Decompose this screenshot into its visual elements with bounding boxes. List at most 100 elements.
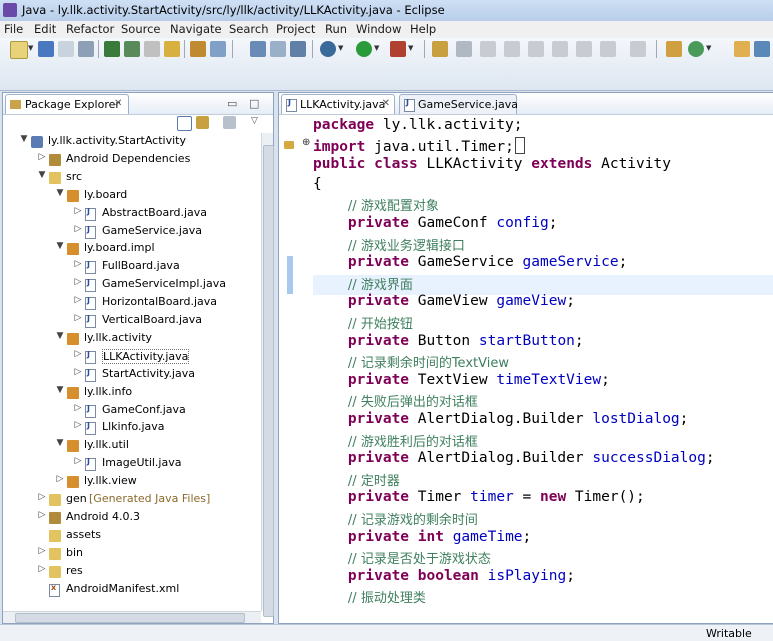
menu-file[interactable]: File — [4, 22, 23, 36]
minimize-icon[interactable]: ▭ — [227, 97, 237, 110]
code-line[interactable]: // 记录剩余时间的TextView — [313, 352, 509, 371]
link-with-editor-icon[interactable] — [196, 116, 209, 129]
code-line[interactable]: // 游戏配置对象 — [313, 195, 439, 214]
expanded-twisty-icon[interactable]: ▼ — [55, 188, 65, 198]
code-line[interactable]: public class LLKActivity extends Activit… — [313, 156, 671, 175]
code-line[interactable]: private Timer timer = new Timer(); — [313, 489, 645, 508]
code-line[interactable]: // 振动处理类 — [313, 587, 426, 606]
close-icon[interactable]: ✕ — [382, 98, 390, 109]
save-icon[interactable] — [38, 41, 54, 57]
code-line[interactable]: // 记录游戏的剩余时间 — [313, 509, 478, 528]
tree-item[interactable]: ▷ StartActivity.java — [73, 366, 249, 384]
tree-item[interactable]: ▷ AbstractBoard.java — [73, 205, 249, 223]
external-tools-icon[interactable] — [390, 41, 406, 57]
code-line[interactable]: private AlertDialog.Builder successDialo… — [313, 450, 715, 469]
expanded-twisty-icon[interactable]: ▼ — [55, 241, 65, 251]
new-package-icon[interactable] — [190, 41, 206, 57]
tree-item[interactable]: ▼ ly.llk.activity.StartActivity — [19, 133, 249, 151]
code-line[interactable]: import java.util.Timer; — [313, 136, 525, 156]
android-sdk-icon[interactable] — [104, 41, 120, 57]
next-annotation-icon[interactable] — [480, 41, 496, 57]
code-line[interactable]: // 定时器 — [313, 470, 400, 489]
tree-item[interactable]: ▷ HorizontalBoard.java — [73, 294, 249, 312]
tree-horizontal-scrollbar[interactable] — [3, 611, 261, 623]
collapsed-twisty-icon[interactable]: ▷ — [37, 546, 47, 556]
warning-icon[interactable] — [284, 141, 294, 149]
tree-item[interactable]: ▼ ly.board — [55, 187, 249, 205]
tree-item[interactable]: ▷ bin — [37, 545, 249, 563]
code-line[interactable]: private AlertDialog.Builder lostDialog; — [313, 411, 688, 430]
tree-item[interactable]: ▷ Android Dependencies — [37, 151, 249, 169]
debug-perspective-icon[interactable] — [754, 41, 770, 57]
tree-item[interactable]: ▷ ly.llk.view — [55, 473, 249, 491]
toolbar-icon[interactable] — [630, 41, 646, 57]
code-line[interactable]: // 游戏胜利后的对话框 — [313, 431, 478, 450]
tab-gameservice[interactable]: GameService.java — [399, 94, 518, 114]
tree-item[interactable]: AndroidManifest.xml — [37, 581, 249, 599]
collapsed-twisty-icon[interactable]: ▷ — [73, 313, 83, 323]
collapsed-twisty-icon[interactable]: ▷ — [73, 277, 83, 287]
annotation-icon[interactable] — [456, 41, 472, 57]
chevron-down-icon[interactable]: ▼ — [338, 44, 344, 52]
focus-icon[interactable] — [223, 116, 236, 129]
chevron-down-icon[interactable]: ▼ — [374, 44, 380, 52]
menu-project[interactable]: Project — [276, 22, 315, 36]
debug-icon[interactable] — [320, 41, 336, 57]
menu-window[interactable]: Window — [356, 22, 401, 36]
expanded-twisty-icon[interactable]: ▼ — [37, 170, 47, 180]
tree-item[interactable]: ▷ VerticalBoard.java — [73, 312, 249, 330]
forward-icon[interactable] — [576, 41, 592, 57]
avd-manager-icon[interactable] — [124, 41, 140, 57]
collapsed-twisty-icon[interactable]: ▷ — [73, 259, 83, 269]
tree-item[interactable]: assets — [37, 527, 249, 545]
toggle-mark-occurrences-icon[interactable] — [432, 41, 448, 57]
tree-item[interactable]: ▷ res — [37, 563, 249, 581]
code-area[interactable]: package ly.llk.activity; import java.util… — [313, 115, 773, 623]
tree-vertical-scrollbar[interactable] — [261, 133, 274, 617]
tree-item[interactable]: ▼ ly.llk.info — [55, 384, 249, 402]
tree-item[interactable]: ▷ ImageUtil.java — [73, 455, 249, 473]
menu-refactor[interactable]: Refactor — [66, 22, 114, 36]
tree-item[interactable]: ▼ src — [37, 169, 249, 187]
code-line[interactable]: private int gameTime; — [313, 529, 531, 548]
collapsed-twisty-icon[interactable]: ▷ — [73, 206, 83, 216]
last-edit-icon[interactable] — [528, 41, 544, 57]
refresh-icon[interactable] — [688, 41, 704, 57]
android-xml-icon[interactable] — [164, 41, 180, 57]
tree-item[interactable]: ▷ FullBoard.java — [73, 258, 249, 276]
code-line[interactable]: private Button startButton; — [313, 333, 584, 352]
code-line[interactable]: // 记录是否处于游戏状态 — [313, 548, 491, 567]
view-menu-icon[interactable]: ▽ — [251, 116, 258, 126]
menu-search[interactable]: Search — [229, 22, 269, 36]
java-perspective-icon[interactable] — [734, 41, 750, 57]
tree-item[interactable]: ▼ ly.llk.util — [55, 437, 249, 455]
code-line[interactable]: private GameService gameService; — [313, 254, 627, 273]
collapsed-twisty-icon[interactable]: ▷ — [73, 420, 83, 430]
print-icon[interactable] — [78, 41, 94, 57]
scrollbar-thumb[interactable] — [263, 145, 274, 617]
code-line[interactable]: // 游戏界面 — [313, 274, 413, 293]
code-line[interactable]: private boolean isPlaying; — [313, 568, 575, 587]
collapsed-twisty-icon[interactable]: ▷ — [73, 295, 83, 305]
search-icon[interactable] — [290, 41, 306, 57]
tree-item[interactable]: ▼ ly.llk.activity — [55, 330, 249, 348]
pin-editor-icon[interactable] — [600, 41, 616, 57]
collapsed-twisty-icon[interactable]: ▷ — [37, 152, 47, 162]
expanded-twisty-icon[interactable]: ▼ — [55, 385, 65, 395]
tree-item[interactable]: ▷ GameConf.java — [73, 402, 249, 420]
new-class-icon[interactable] — [210, 41, 226, 57]
back-icon[interactable] — [552, 41, 568, 57]
tab-llkactivity[interactable]: LLKActivity.java ✕ — [281, 94, 395, 114]
run-icon[interactable] — [356, 41, 372, 57]
code-line[interactable]: { — [313, 176, 322, 195]
collapsed-twisty-icon[interactable]: ▷ — [73, 224, 83, 234]
code-line[interactable]: private GameConf config; — [313, 215, 558, 234]
maximize-icon[interactable]: □ — [249, 97, 259, 110]
chevron-down-icon[interactable]: ▼ — [408, 44, 414, 52]
chevron-down-icon[interactable]: ▼ — [28, 44, 34, 52]
tree-item[interactable]: ▷ GameServiceImpl.java — [73, 276, 249, 294]
open-task-icon[interactable] — [270, 41, 286, 57]
tab-package-explorer[interactable]: Package Explorer ✕ — [5, 94, 129, 114]
expanded-twisty-icon[interactable]: ▼ — [55, 438, 65, 448]
collapsed-twisty-icon[interactable]: ▷ — [73, 403, 83, 413]
